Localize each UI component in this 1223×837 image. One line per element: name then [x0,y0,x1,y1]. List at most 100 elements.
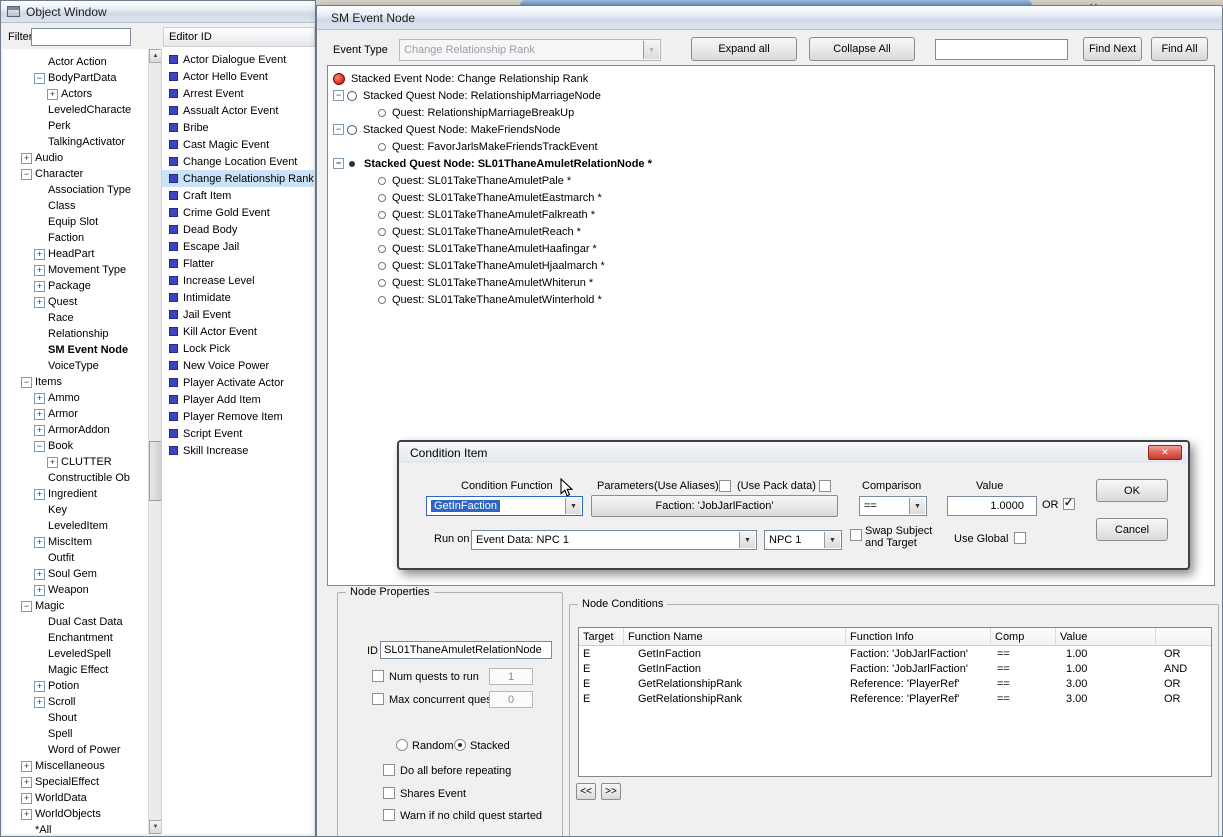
object-tree-item[interactable]: *All [3,822,148,834]
object-tree-item[interactable]: Perk [3,118,148,134]
use-global-checkbox[interactable] [1014,532,1026,544]
collapse-icon[interactable]: − [333,158,344,169]
num-quests-input[interactable] [489,668,533,685]
editor-id-item[interactable]: Change Relationship Rank [162,170,314,187]
object-window-titlebar[interactable]: Object Window [1,1,315,23]
expand-icon[interactable]: + [34,584,45,596]
sm-tree-item[interactable]: − Stacked Quest Node: MakeFriendsNode [328,121,1214,138]
use-aliases-checkbox[interactable] [719,480,731,492]
object-tree-item[interactable]: Enchantment [3,630,148,646]
object-tree-item[interactable]: Faction [3,230,148,246]
object-tree-item[interactable]: + Actors [3,86,148,102]
object-tree-item[interactable]: − BodyPartData [3,70,148,86]
editor-id-item[interactable]: Escape Jail [162,238,314,255]
object-tree-item[interactable]: LeveledSpell [3,646,148,662]
sm-tree-item[interactable]: Quest: RelationshipMarriageBreakUp [328,104,1214,121]
expand-icon[interactable]: + [34,264,45,276]
max-concurrent-checkbox[interactable] [372,693,384,705]
editor-id-item[interactable]: Lock Pick [162,340,314,357]
max-concurrent-input[interactable] [489,691,533,708]
expand-icon[interactable]: + [34,296,45,308]
expand-icon[interactable]: + [34,408,45,420]
object-tree-item[interactable]: LeveledCharacte [3,102,148,118]
sm-tree-item[interactable]: Quest: SL01TakeThaneAmuletWhiterun * [328,274,1214,291]
condition-row[interactable]: E GetRelationshipRank Reference: 'PlayerRe… [579,676,1211,691]
editor-id-item[interactable]: New Voice Power [162,357,314,374]
sm-tree-item[interactable]: Quest: FavorJarlsMakeFriendsTrackEvent [328,138,1214,155]
object-tree-item[interactable]: VoiceType [3,358,148,374]
object-tree-item[interactable]: Constructible Ob [3,470,148,486]
editor-id-item[interactable]: Arrest Event [162,85,314,102]
num-quests-checkbox[interactable] [372,670,384,682]
find-all-button[interactable]: Find All [1151,37,1208,61]
object-tree-item[interactable]: Spell [3,726,148,742]
object-tree-item[interactable]: Association Type [3,182,148,198]
editor-id-item[interactable]: Skill Increase [162,442,314,459]
object-tree-item[interactable]: Outfit [3,550,148,566]
sm-tree-item[interactable]: − Stacked Quest Node: SL01ThaneAmuletRela… [328,155,1214,172]
do-all-checkbox[interactable] [383,764,395,776]
column-header-or[interactable] [1156,628,1211,646]
expand-all-button[interactable]: Expand all [691,37,797,61]
move-condition-down-button[interactable]: >> [601,783,621,800]
object-tree-item[interactable]: − Character [3,166,148,182]
object-tree-item[interactable]: + HeadPart [3,246,148,262]
column-header-function-name[interactable]: Function Name [624,628,846,646]
node-id-input[interactable] [380,641,552,659]
sm-tree-item[interactable]: Quest: SL01TakeThaneAmuletReach * [328,223,1214,240]
object-tree-item[interactable]: + Movement Type [3,262,148,278]
expand-icon[interactable]: + [34,680,45,692]
object-tree-item[interactable]: Shout [3,710,148,726]
sm-tree-item[interactable]: Stacked Event Node: Change Relationship … [328,70,1214,87]
event-type-combo[interactable]: Change Relationship Rank ▼ [399,39,661,61]
find-input[interactable] [935,39,1068,60]
object-tree-item[interactable]: + Ingredient [3,486,148,502]
expand-icon[interactable]: + [34,248,45,260]
expand-icon[interactable]: + [21,808,32,820]
collapse-icon[interactable]: − [34,72,45,84]
chevron-down-icon[interactable]: ▼ [824,532,840,548]
close-button[interactable]: ✕ [1148,445,1182,460]
object-tree-item[interactable]: + SpecialEffect [3,774,148,790]
value-input[interactable] [947,496,1037,516]
cancel-button[interactable]: Cancel [1096,518,1168,541]
editor-id-item[interactable]: Change Location Event [162,153,314,170]
object-tree-item[interactable]: + Soul Gem [3,566,148,582]
collapse-icon[interactable]: − [333,90,344,101]
object-tree-item[interactable]: + Ammo [3,390,148,406]
ok-button[interactable]: OK [1096,479,1168,502]
chevron-down-icon[interactable]: ▼ [909,498,925,514]
object-tree-item[interactable]: Word of Power [3,742,148,758]
object-tree-item[interactable]: Key [3,502,148,518]
editor-id-item[interactable]: Kill Actor Event [162,323,314,340]
object-tree-item[interactable]: + Weapon [3,582,148,598]
object-tree-item[interactable]: − Book [3,438,148,454]
warn-checkbox[interactable] [383,809,395,821]
object-tree-item[interactable]: Dual Cast Data [3,614,148,630]
object-tree-item[interactable]: − Magic [3,598,148,614]
object-tree-item[interactable]: Equip Slot [3,214,148,230]
condition-dialog-titlebar[interactable]: Condition Item [399,442,1188,463]
column-header-function-info[interactable]: Function Info [846,628,991,646]
chevron-down-icon[interactable]: ▼ [643,41,659,59]
chevron-down-icon[interactable]: ▼ [565,498,581,514]
expand-icon[interactable]: + [34,696,45,708]
run-on-target-combo[interactable]: NPC 1 ▼ [764,530,842,550]
expand-icon[interactable]: + [47,456,58,468]
editor-id-item[interactable]: Crime Gold Event [162,204,314,221]
filter-input[interactable] [31,28,131,46]
parameters-button[interactable]: Faction: 'JobJarlFaction' [591,495,838,517]
collapse-icon[interactable]: − [333,124,344,135]
editor-id-item[interactable]: Script Event [162,425,314,442]
expand-icon[interactable]: + [21,760,32,772]
column-header-comp[interactable]: Comp [991,628,1056,646]
collapse-all-button[interactable]: Collapse All [809,37,915,61]
editor-id-item[interactable]: Jail Event [162,306,314,323]
object-tree-item[interactable]: + Potion [3,678,148,694]
collapse-icon[interactable]: − [21,168,32,180]
editor-id-item[interactable]: Player Remove Item [162,408,314,425]
editor-id-item[interactable]: Actor Dialogue Event [162,51,314,68]
expand-icon[interactable]: + [21,792,32,804]
expand-icon[interactable]: + [34,568,45,580]
expand-icon[interactable]: + [34,488,45,500]
